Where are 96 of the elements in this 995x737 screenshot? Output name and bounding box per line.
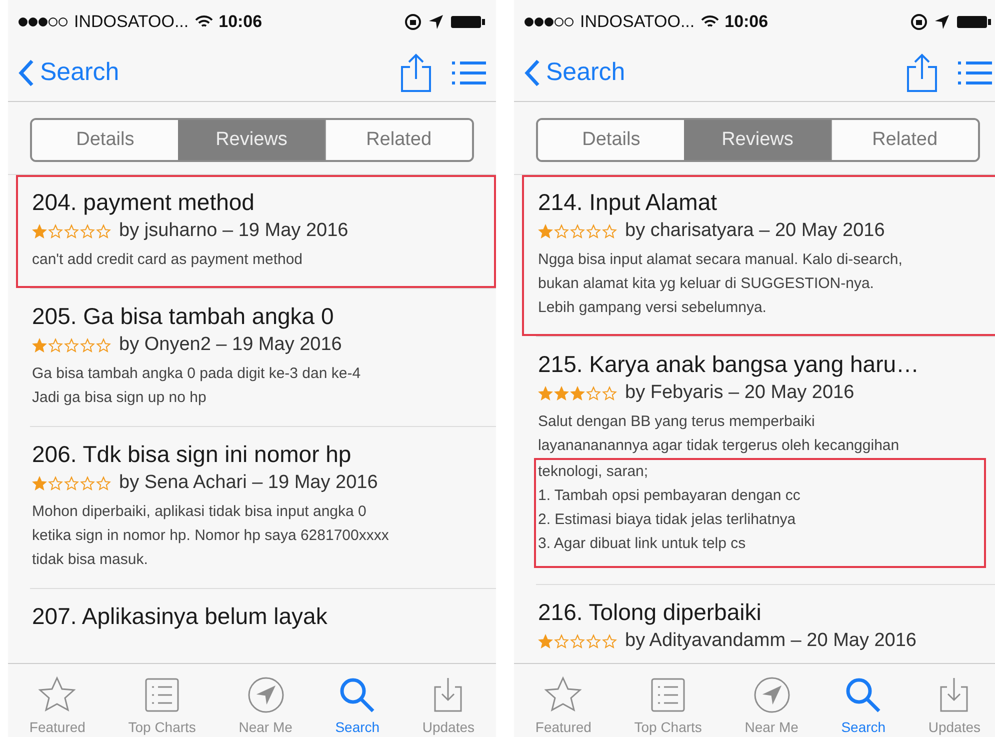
star-filled-icon	[570, 386, 585, 400]
review-author-date: by Onyen2 – 19 May 2016	[119, 334, 342, 356]
review-text-line: teknologi, saran;	[538, 462, 650, 482]
review-text-line: ketika sign in nomor hp. Nomor hp saya 6281700xxxx	[32, 526, 390, 546]
review-title: 207. Aplikasinya belum layak	[32, 603, 328, 630]
segment-tab[interactable]: Reviews	[684, 120, 831, 160]
tab-bar-item[interactable]: Near Me	[238, 664, 292, 737]
wifi-icon	[194, 15, 213, 29]
review-title: 215. Karya anak bangsa yang haru…	[538, 351, 920, 378]
star-outline-icon	[64, 476, 79, 490]
review-title: 206. Tdk bisa sign ini nomor hp	[32, 441, 352, 468]
star-filled-icon	[538, 386, 553, 400]
tab-bar-item[interactable]: Top Charts	[128, 664, 196, 737]
review-author-date: by jsuharno – 19 May 2016	[119, 220, 348, 242]
review-text-line: Jadi ga bisa sign up no hp	[32, 388, 208, 408]
star-outline-icon	[602, 634, 617, 648]
rotation-lock-icon	[404, 13, 422, 31]
battery-icon	[450, 14, 486, 30]
menu-icon[interactable]	[452, 60, 486, 84]
tab-bar-item[interactable]: Top Charts	[634, 664, 702, 737]
star-outline-icon	[554, 634, 569, 648]
share-icon[interactable]	[400, 52, 432, 92]
carrier-name: INDOSATOO...	[580, 12, 695, 32]
review-text-line: bukan alamat kita yg keluar di SUGGESTION-nya.	[538, 274, 875, 294]
review-text-line: Mohon diperbaiki, aplikasi tidak bisa input angka 0	[32, 502, 368, 522]
tab-bar-item[interactable]: Search	[841, 664, 886, 737]
segment-tab[interactable]: Details	[538, 120, 684, 160]
wifi-icon	[700, 15, 719, 29]
review-title: 205. Ga bisa tambah angka 0	[32, 303, 335, 330]
star-filled-icon	[32, 476, 47, 490]
back-link[interactable]: Search	[524, 58, 626, 87]
star-filled-icon	[538, 224, 553, 238]
tab-bar-item[interactable]: Updates	[422, 664, 475, 737]
star-outline-icon	[586, 634, 601, 648]
share-icon[interactable]	[906, 52, 938, 92]
star-outline-icon	[570, 224, 585, 238]
segment-tab[interactable]: Related	[324, 120, 472, 160]
star-filled-icon	[32, 338, 47, 352]
review-title: 204. payment method	[32, 189, 256, 216]
carrier-name: INDOSATOO...	[74, 12, 189, 32]
review-text-line: Ngga bisa input alamat secara manual. Kalo di-search,	[538, 250, 904, 270]
clock-time: 10:06	[724, 12, 768, 32]
review-text-line: 3. Agar dibuat link untuk telp cs	[538, 534, 747, 554]
location-arrow-icon	[934, 14, 950, 30]
review-author-date: by charisatyara – 20 May 2016	[625, 220, 885, 242]
rotation-lock-icon	[910, 13, 928, 31]
signal-dots-icon	[18, 17, 68, 27]
review-author-date: by Adityavandamm – 20 May 2016	[625, 630, 917, 652]
star-outline-icon	[96, 338, 111, 352]
star-filled-icon	[554, 386, 569, 400]
star-outline-icon	[64, 224, 79, 238]
star-outline-icon	[586, 224, 601, 238]
review-title: 214. Input Alamat	[538, 189, 718, 216]
review-text-line: can't add credit card as payment method	[32, 250, 304, 270]
location-arrow-icon	[428, 14, 444, 30]
tab-bar-item[interactable]: Updates	[928, 664, 981, 737]
review-text-line: 2. Estimasi biaya tidak jelas terlihatnya	[538, 510, 797, 530]
star-outline-icon	[586, 386, 601, 400]
chevron-left-icon	[18, 58, 34, 86]
review-text-line: Salut dengan BB yang terus memperbaiki	[538, 412, 816, 432]
review-text-line: Lebih gampang versi sebelumnya.	[538, 298, 768, 318]
star-outline-icon	[48, 338, 63, 352]
star-outline-icon	[80, 338, 95, 352]
clock-time: 10:06	[218, 12, 262, 32]
menu-icon[interactable]	[958, 60, 992, 84]
chevron-left-icon	[524, 58, 540, 86]
tab-bar-item[interactable]: Featured	[535, 664, 592, 737]
review-author-date: by Febyaris – 20 May 2016	[625, 382, 854, 404]
star-outline-icon	[48, 224, 63, 238]
review-text-line: Ga bisa tambah angka 0 pada digit ke-3 dan ke-4	[32, 364, 362, 384]
segment-tab[interactable]: Reviews	[178, 120, 325, 160]
star-filled-icon	[538, 634, 553, 648]
battery-icon	[956, 14, 992, 30]
star-outline-icon	[96, 224, 111, 238]
review-text-line: layanananannya agar tidak tergerus oleh kecanggihan	[538, 436, 900, 456]
review-title: 216. Tolong diperbaiki	[538, 599, 762, 626]
segment-tab[interactable]: Details	[32, 120, 178, 160]
review-text-line: tidak bisa masuk.	[32, 550, 149, 570]
segment-tab[interactable]: Related	[830, 120, 978, 160]
star-outline-icon	[80, 224, 95, 238]
star-outline-icon	[80, 476, 95, 490]
star-outline-icon	[48, 476, 63, 490]
star-outline-icon	[602, 224, 617, 238]
star-outline-icon	[96, 476, 111, 490]
back-link[interactable]: Search	[18, 58, 120, 87]
tab-bar-item[interactable]: Near Me	[744, 664, 798, 737]
star-outline-icon	[602, 386, 617, 400]
star-outline-icon	[64, 338, 79, 352]
star-outline-icon	[554, 224, 569, 238]
star-outline-icon	[570, 634, 585, 648]
review-author-date: by Sena Achari – 19 May 2016	[119, 472, 378, 494]
tab-bar-item[interactable]: Search	[335, 664, 380, 737]
signal-dots-icon	[524, 17, 574, 27]
star-filled-icon	[32, 224, 47, 238]
tab-bar-item[interactable]: Featured	[29, 664, 86, 737]
review-text-line: 1. Tambah opsi pembayaran dengan cc	[538, 486, 802, 506]
